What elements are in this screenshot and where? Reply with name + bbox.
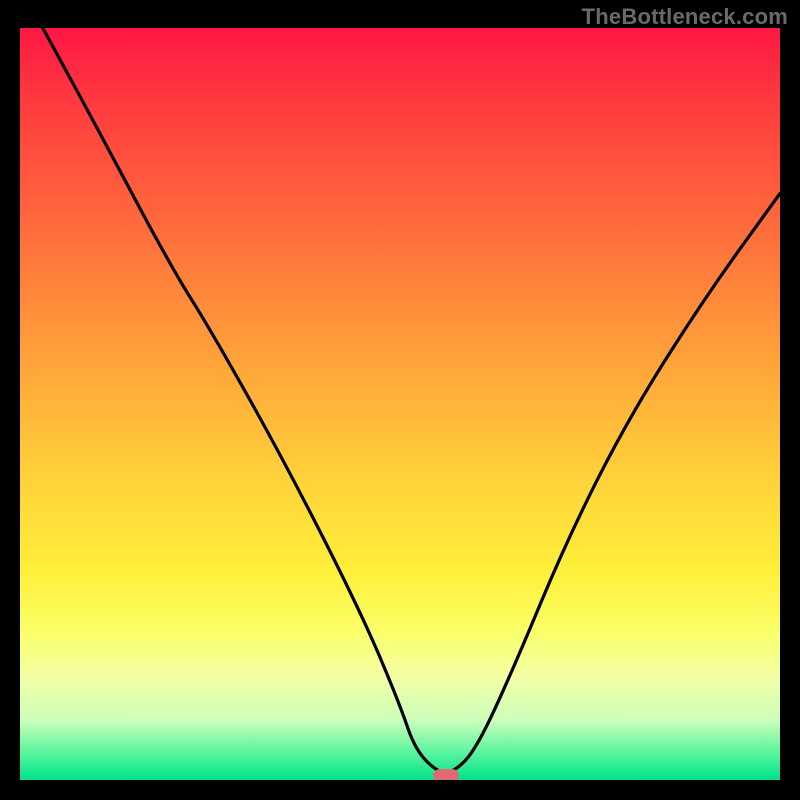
chart-frame: TheBottleneck.com (0, 0, 800, 800)
plot-area (20, 28, 780, 780)
watermark-text: TheBottleneck.com (582, 4, 788, 30)
optimum-marker (433, 769, 459, 780)
curve-svg (20, 28, 780, 780)
bottleneck-curve (43, 28, 780, 773)
